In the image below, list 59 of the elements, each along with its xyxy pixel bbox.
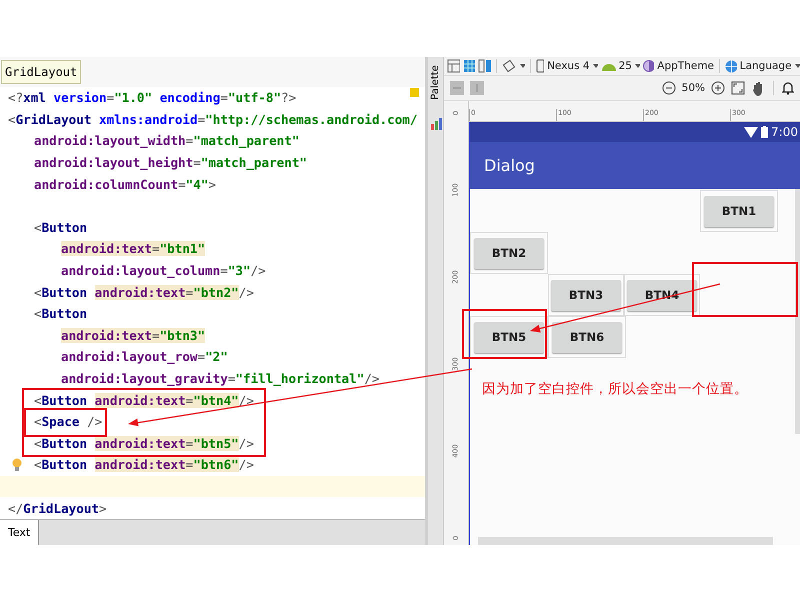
code-line: android:layout_width="match_parent" [34, 133, 300, 148]
preview-button[interactable]: BTN5 [474, 322, 544, 352]
code-line: <?xml version="1.0" encoding="utf-8"?> [8, 90, 296, 106]
palette-label[interactable]: Palette [430, 65, 441, 100]
palette-strip[interactable]: Palette [428, 57, 444, 545]
tooltip: GridLayout [1, 60, 82, 84]
preview-button[interactable]: BTN3 [551, 280, 621, 310]
warning-marker-icon [410, 88, 419, 97]
android-icon [601, 61, 616, 71]
bell-icon[interactable] [782, 81, 794, 95]
preview-button[interactable]: BTN1 [704, 196, 774, 226]
horizontal-scrollbar[interactable] [478, 537, 773, 545]
code-line: <Button android:text="btn6"/> [34, 457, 254, 472]
theme-icon [643, 60, 654, 72]
lightbulb-icon[interactable] [12, 458, 22, 472]
caret-icon[interactable] [592, 64, 598, 68]
code-line: android:layout_gravity="fill_horizontal"/> [61, 371, 380, 386]
code-line: android:layout_row="2" [61, 349, 228, 364]
fit-screen-icon[interactable] [731, 81, 745, 95]
caret-icon[interactable] [634, 64, 640, 68]
code-line: <Space /> [34, 414, 102, 430]
code-line: <Button [34, 220, 88, 235]
palette-icon [430, 118, 442, 130]
device-dropdown[interactable]: Nexus 4 [547, 60, 590, 72]
design-view-icon[interactable] [447, 59, 460, 73]
zoom-in-icon[interactable] [711, 81, 725, 95]
globe-icon [724, 60, 737, 72]
vertical-scrollbar[interactable] [795, 189, 800, 434]
app-title: Dialog [484, 156, 535, 175]
zoom-out-icon[interactable] [662, 81, 676, 95]
battery-icon [761, 126, 768, 138]
code-line: android:columnCount="4"> [34, 176, 216, 192]
hand-icon[interactable] [751, 80, 765, 96]
code-line: android:text="btn3" [61, 328, 206, 343]
code-line: <Button android:text="btn4"/> [34, 392, 254, 408]
code-line: android:text="btn1" [61, 241, 206, 256]
rotate-icon[interactable] [502, 59, 517, 73]
theme-dropdown[interactable]: AppTheme [657, 60, 714, 72]
code-line: <Button [34, 306, 88, 322]
code-line: <GridLayout xmlns:android="http://schemas.android.com/ [8, 112, 418, 127]
preview-button[interactable]: BTN2 [474, 238, 544, 268]
code-line: android:layout_height="match_parent" [34, 155, 307, 170]
caret-icon[interactable] [520, 64, 525, 68]
language-dropdown[interactable]: Language [740, 60, 792, 72]
code-line: </GridLayout> [8, 500, 107, 516]
preview-button[interactable]: BTN6 [552, 322, 622, 352]
caret-icon[interactable] [794, 64, 800, 68]
zoom-level: 50% [682, 82, 705, 94]
phone-icon [536, 59, 544, 73]
annotation-text: 因为加了空白控件，所以会空出一个位置。 [481, 380, 749, 398]
api-level-dropdown[interactable]: 25 [618, 60, 632, 72]
split-view-icon[interactable] [478, 59, 492, 73]
status-time: 7:00 [771, 125, 798, 139]
code-line: <Button android:text="btn2"/> [34, 284, 254, 300]
blueprint-view-icon[interactable] [462, 59, 476, 73]
preview-button[interactable]: BTN4 [627, 280, 697, 310]
code-line: <Button android:text="btn5"/> [34, 436, 254, 451]
code-line: android:layout_column="3"/> [61, 263, 266, 278]
wifi-icon [744, 126, 758, 138]
